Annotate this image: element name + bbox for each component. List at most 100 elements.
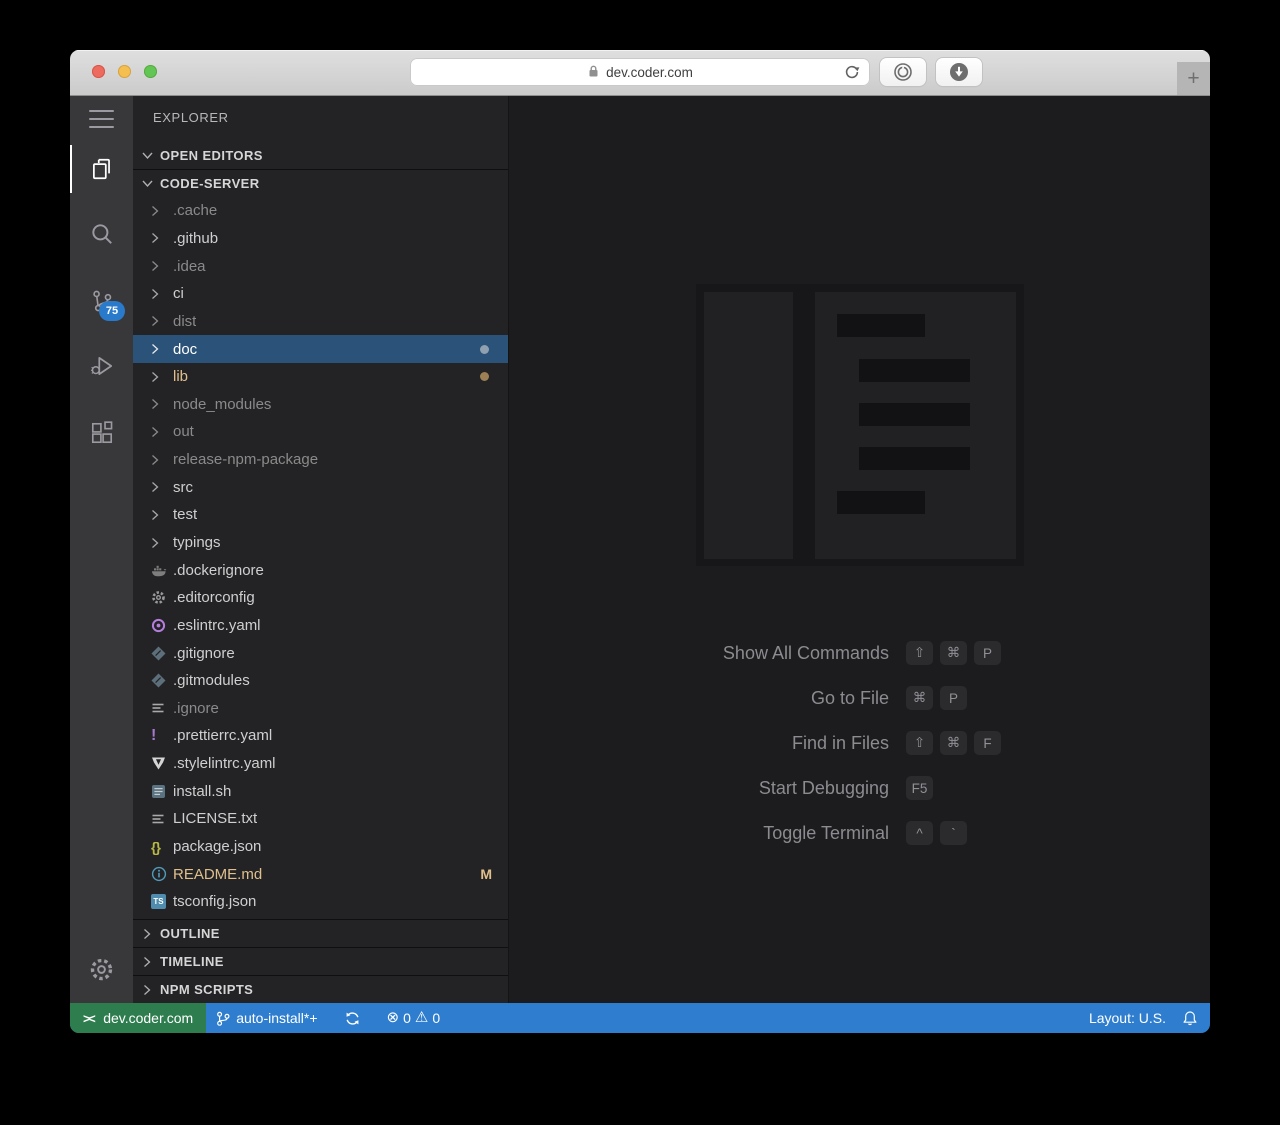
- yaml-exclamation-icon: !: [151, 726, 157, 744]
- editor-watermark-graphic: [696, 284, 1024, 566]
- watermark-editor-panel: [815, 292, 1016, 559]
- tree-item-src[interactable]: src: [133, 473, 508, 501]
- chevron-right-icon: [151, 509, 173, 521]
- tree-item-node-modules[interactable]: node_modules: [133, 390, 508, 418]
- chevron-down-icon: [139, 150, 155, 162]
- tree-item-label: doc: [173, 340, 198, 358]
- lock-icon: [587, 64, 600, 81]
- tree-item-label: README.md: [173, 865, 263, 883]
- tree-item-dist[interactable]: dist: [133, 308, 508, 336]
- download-icon: [950, 63, 968, 81]
- tree-item-stylelintrc-yaml[interactable]: .stylelintrc.yaml: [133, 750, 508, 778]
- tree-item-label: .idea: [173, 257, 206, 275]
- tree-item-label: dist: [173, 312, 197, 330]
- notifications-button[interactable]: [1174, 1010, 1210, 1027]
- tree-item-prettierrc-yaml[interactable]: ! .prettierrc.yaml: [133, 722, 508, 750]
- tree-item-dockerignore[interactable]: .dockerignore: [133, 556, 508, 584]
- tree-item-cache[interactable]: .cache: [133, 197, 508, 225]
- remote-indicator[interactable]: >< dev.coder.com: [70, 1003, 207, 1033]
- tree-item-typings[interactable]: typings: [133, 529, 508, 557]
- tree-item-license-txt[interactable]: LICENSE.txt: [133, 805, 508, 833]
- keyboard-layout-indicator[interactable]: Layout: U.S.: [1081, 1010, 1174, 1026]
- tree-item-gitignore[interactable]: .gitignore: [133, 639, 508, 667]
- text-lines-icon: [151, 701, 173, 715]
- hamburger-icon: [89, 110, 114, 128]
- tree-item-release-npm-package[interactable]: release-npm-package: [133, 446, 508, 474]
- git-diamond-icon: [151, 646, 173, 661]
- downloads-button[interactable]: [936, 58, 982, 86]
- modified-badge: M: [480, 866, 492, 883]
- tree-item-label: out: [173, 423, 194, 441]
- tree-item-ignore[interactable]: .ignore: [133, 695, 508, 723]
- sidebar-bottom-sections: OUTLINE TIMELINE NPM SCRIPTS: [133, 919, 508, 1003]
- shortcut-label: Find in Files: [791, 732, 889, 753]
- chevron-right-icon: [151, 426, 173, 438]
- tree-item-test[interactable]: test: [133, 501, 508, 529]
- section-header-outline[interactable]: OUTLINE: [133, 919, 508, 947]
- git-branch-icon: [217, 1011, 230, 1026]
- reload-button[interactable]: [843, 63, 861, 81]
- tree-item-label: .prettierrc.yaml: [173, 727, 273, 745]
- tree-item-github[interactable]: .github: [133, 225, 508, 253]
- menu-button[interactable]: [70, 95, 133, 143]
- scm-badge: 75: [99, 301, 125, 321]
- browser-window: dev.coder.com + 75 EXPLORER OPEN EDITORS…: [70, 50, 1210, 1033]
- section-header-npm-scripts[interactable]: NPM SCRIPTS: [133, 975, 508, 1003]
- tree-item-gitmodules[interactable]: .gitmodules: [133, 667, 508, 695]
- new-tab-button[interactable]: +: [1177, 62, 1210, 95]
- tree-item-idea[interactable]: .idea: [133, 252, 508, 280]
- modified-dot: [480, 344, 489, 354]
- run-debug-tab[interactable]: [70, 342, 133, 390]
- keycap: ^: [906, 821, 933, 845]
- sidebar-title: EXPLORER: [153, 109, 229, 125]
- watermark-sidebar-panel: [704, 292, 793, 559]
- browser-toolbar: dev.coder.com +: [70, 50, 1210, 96]
- open-editors-header[interactable]: OPEN EDITORS: [133, 142, 508, 169]
- source-control-tab[interactable]: 75: [70, 277, 133, 325]
- tree-item-editorconfig[interactable]: .editorconfig: [133, 584, 508, 612]
- problems-indicator[interactable]: ⊗ 0 ⚠ 0: [378, 1003, 450, 1033]
- tree-item-label: .stylelintrc.yaml: [173, 755, 276, 773]
- search-tab[interactable]: [70, 210, 133, 258]
- tree-item-doc[interactable]: doc: [133, 335, 508, 363]
- address-bar[interactable]: dev.coder.com: [410, 58, 870, 86]
- tree-item-readme-md[interactable]: README.md M: [133, 860, 508, 888]
- chevron-right-icon: [139, 984, 155, 996]
- root-folder-header[interactable]: CODE-SERVER: [133, 169, 508, 197]
- search-icon: [91, 224, 112, 244]
- files-icon: [92, 158, 110, 180]
- keycap: F5: [906, 776, 933, 800]
- chevron-right-icon: [151, 260, 173, 272]
- tree-item-label: .eslintrc.yaml: [173, 616, 261, 634]
- tree-item-tsconfig-json[interactable]: TS tsconfig.json: [133, 888, 508, 916]
- keycap: P: [974, 641, 1001, 665]
- tree-item-label: test: [173, 506, 198, 524]
- tree-item-label: src: [173, 478, 193, 496]
- chevron-right-icon: [151, 398, 173, 410]
- tree-item-lib[interactable]: lib: [133, 363, 508, 391]
- tree-item-eslintrc-yaml[interactable]: .eslintrc.yaml: [133, 612, 508, 640]
- chevron-right-icon: [151, 537, 173, 549]
- shortcut-label: Start Debugging: [758, 777, 889, 798]
- shortcut-label: Go to File: [810, 687, 889, 708]
- close-button[interactable]: [92, 65, 105, 78]
- stylelint-shield-icon: [151, 756, 173, 771]
- extensions-tab[interactable]: [70, 409, 133, 457]
- settings-button[interactable]: [70, 945, 133, 993]
- section-header-timeline[interactable]: TIMELINE: [133, 947, 508, 975]
- branch-indicator[interactable]: auto-install*+: [206, 1003, 326, 1033]
- tree-item-label: .dockerignore: [173, 561, 264, 579]
- tree-item-ci[interactable]: ci: [133, 280, 508, 308]
- onepassword-button[interactable]: [880, 58, 926, 86]
- tree-item-install-sh[interactable]: install.sh: [133, 777, 508, 805]
- tree-item-package-json[interactable]: {} package.json: [133, 833, 508, 861]
- keycap: ⇧: [906, 731, 933, 755]
- minimize-button[interactable]: [118, 65, 131, 78]
- tree-item-label: release-npm-package: [173, 451, 319, 469]
- tree-item-out[interactable]: out: [133, 418, 508, 446]
- chevron-right-icon: [139, 956, 155, 968]
- explorer-tab[interactable]: [70, 145, 133, 193]
- zoom-button[interactable]: [144, 65, 157, 78]
- warning-icon: ⚠: [414, 1008, 429, 1026]
- sync-button[interactable]: [335, 1003, 370, 1033]
